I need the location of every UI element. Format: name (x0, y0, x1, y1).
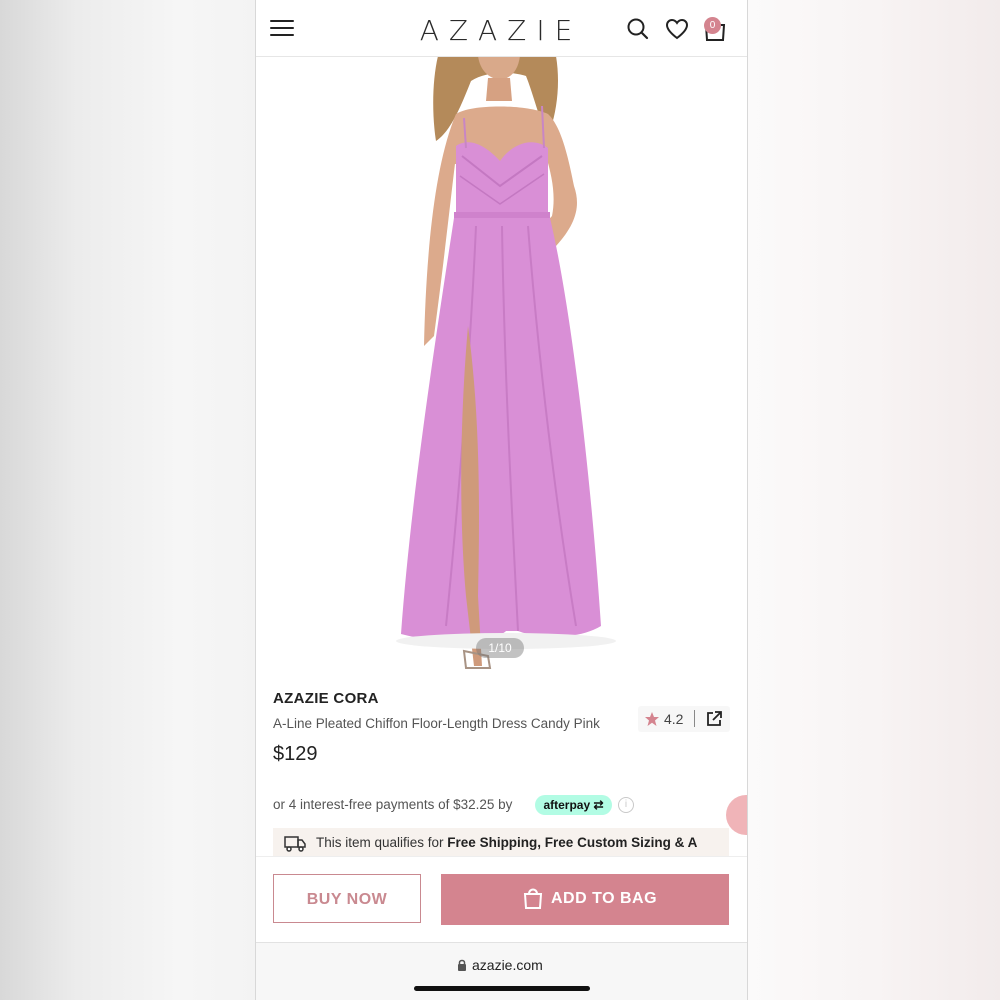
action-bar: BUY NOW ADD TO BAG (256, 856, 747, 943)
image-counter: 1/10 (476, 638, 524, 658)
product-image[interactable]: 1/10 (256, 56, 747, 676)
backdrop-left (0, 0, 255, 1000)
phone-screen: AZAZIE 0 1/10 AZAZIE CORA A-Line Pleated… (255, 0, 748, 1000)
shipping-text: This item qualifies for Free Shipping, F… (316, 835, 697, 850)
shipping-prefix: This item qualifies for (316, 835, 448, 850)
add-to-bag-button[interactable]: ADD TO BAG (441, 874, 729, 925)
shipping-banner[interactable]: This item qualifies for Free Shipping, F… (273, 828, 729, 858)
share-icon[interactable] (705, 710, 723, 728)
afterpay-badge[interactable]: afterpay ⇄ (535, 795, 612, 815)
cart-count-badge: 0 (704, 17, 721, 34)
bag-icon (523, 888, 543, 909)
buy-now-button[interactable]: BUY NOW (273, 874, 421, 923)
home-indicator[interactable] (414, 986, 590, 991)
site-logo[interactable]: AZAZIE (376, 14, 626, 47)
shipping-highlight: Free Shipping, Free Custom Sizing & A (447, 835, 698, 850)
rating-value: 4.2 (664, 711, 684, 727)
lock-icon (458, 959, 466, 971)
afterpay-label: afterpay (543, 798, 591, 812)
browser-url-bar[interactable]: azazie.com (256, 942, 747, 1000)
rating-box[interactable]: 4.2 (638, 706, 730, 732)
site-header: AZAZIE 0 (256, 0, 747, 57)
backdrop-right (746, 0, 1000, 1000)
search-icon[interactable] (625, 16, 651, 42)
heart-icon[interactable] (664, 16, 690, 42)
dress-model-illustration (396, 56, 616, 669)
add-to-bag-label: ADD TO BAG (551, 890, 658, 907)
menu-icon[interactable] (270, 20, 294, 38)
chat-icon[interactable] (726, 795, 747, 835)
rating-divider (694, 710, 695, 727)
info-icon[interactable]: i (618, 797, 634, 813)
product-brand[interactable]: AZAZIE CORA (273, 690, 733, 707)
truck-icon (284, 836, 306, 852)
star-icon (645, 712, 659, 726)
installment-text: or 4 interest-free payments of $32.25 by (273, 797, 513, 812)
url-text: azazie.com (472, 957, 543, 973)
product-price: $129 (273, 743, 318, 765)
